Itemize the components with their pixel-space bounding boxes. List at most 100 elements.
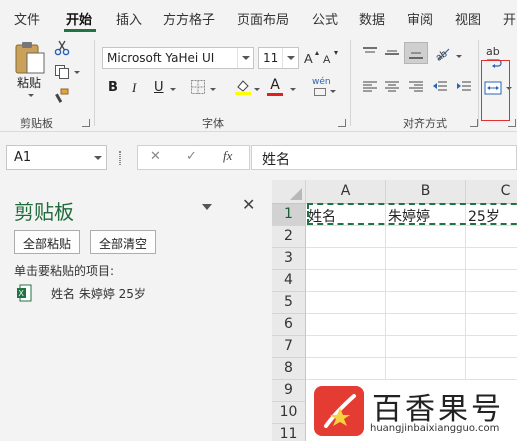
cell[interactable] xyxy=(386,226,466,248)
font-launcher-icon[interactable] xyxy=(338,119,346,127)
row-header-1[interactable]: 1 xyxy=(272,204,306,226)
cut-icon[interactable] xyxy=(54,40,70,56)
clipboard-item[interactable]: 姓名 朱婷婷 25岁 xyxy=(51,285,146,302)
cell[interactable] xyxy=(466,358,517,380)
orientation-dropdown-icon[interactable] xyxy=(456,55,462,58)
paste-icon[interactable] xyxy=(13,40,47,76)
active-tab-underline xyxy=(64,29,96,32)
row-header-7[interactable]: 7 xyxy=(272,336,306,358)
align-right-icon[interactable] xyxy=(408,80,424,94)
divider xyxy=(350,40,351,126)
cell[interactable] xyxy=(466,292,517,314)
bottom-align-button[interactable] xyxy=(404,42,428,64)
pane-hint: 单击要粘贴的项目: xyxy=(14,264,115,278)
decrease-indent-icon[interactable] xyxy=(432,80,448,94)
increase-font-size-icon[interactable]: A xyxy=(304,50,320,64)
row-header-4[interactable]: 4 xyxy=(272,270,306,292)
insert-function-button[interactable]: fx xyxy=(223,148,232,164)
phonetic-dropdown-icon[interactable] xyxy=(330,90,336,93)
select-all-icon xyxy=(290,188,302,200)
borders-icon[interactable] xyxy=(190,79,206,95)
row-header-6[interactable]: 6 xyxy=(272,314,306,336)
top-align-icon[interactable] xyxy=(362,46,378,60)
italic-button[interactable]: I xyxy=(132,80,136,96)
column-header-c[interactable]: C xyxy=(466,180,517,204)
align-left-icon[interactable] xyxy=(362,80,378,94)
alignment-launcher-icon[interactable] xyxy=(470,119,478,127)
tab-file[interactable]: 文件 xyxy=(14,9,40,28)
cell[interactable] xyxy=(386,270,466,292)
tab-ffgz[interactable]: 方方格子 xyxy=(163,9,215,28)
tab-home[interactable]: 开始 xyxy=(66,9,92,28)
font-color-dropdown-icon[interactable] xyxy=(290,88,296,91)
cell[interactable] xyxy=(386,314,466,336)
cell[interactable] xyxy=(306,248,386,270)
tab-more[interactable]: 开 xyxy=(503,9,516,28)
cell[interactable] xyxy=(306,226,386,248)
increase-indent-icon[interactable] xyxy=(456,80,472,94)
tab-review[interactable]: 审阅 xyxy=(407,9,433,28)
row-header-10[interactable]: 10 xyxy=(272,402,306,424)
row-header-9[interactable]: 9 xyxy=(272,380,306,402)
align-center-icon[interactable] xyxy=(384,80,400,94)
bold-button[interactable]: B xyxy=(108,80,118,95)
cell[interactable] xyxy=(386,292,466,314)
font-color-button[interactable]: A xyxy=(268,77,282,93)
copy-dropdown-icon[interactable] xyxy=(74,71,80,74)
name-box[interactable]: A1 xyxy=(6,145,107,170)
fill-color-icon[interactable] xyxy=(234,78,252,96)
copy-icon[interactable] xyxy=(54,64,70,80)
cell[interactable] xyxy=(386,336,466,358)
borders-dropdown-icon[interactable] xyxy=(210,88,216,91)
watermark-title: 百香果号 xyxy=(372,392,504,427)
clipboard-launcher-icon[interactable] xyxy=(82,119,90,127)
underline-button[interactable]: U xyxy=(154,80,164,95)
row-header-11[interactable]: 11 xyxy=(272,424,306,441)
cell[interactable] xyxy=(466,270,517,292)
cancel-edit-icon[interactable]: ✕ xyxy=(150,149,161,164)
cell[interactable] xyxy=(466,248,517,270)
cell[interactable] xyxy=(306,314,386,336)
confirm-edit-icon[interactable]: ✓ xyxy=(186,149,197,164)
tab-page-layout[interactable]: 页面布局 xyxy=(237,9,289,28)
row-header-5[interactable]: 5 xyxy=(272,292,306,314)
fill-color-dropdown-icon[interactable] xyxy=(254,88,260,91)
select-all-corner[interactable] xyxy=(272,180,306,204)
column-header-a[interactable]: A xyxy=(306,180,386,204)
cell[interactable] xyxy=(466,314,517,336)
tab-data[interactable]: 数据 xyxy=(359,9,385,28)
cell[interactable] xyxy=(306,292,386,314)
row-header-8[interactable]: 8 xyxy=(272,358,306,380)
cell[interactable] xyxy=(386,248,466,270)
formula-input[interactable]: 姓名 xyxy=(251,145,517,170)
cell[interactable] xyxy=(306,336,386,358)
orientation-icon[interactable]: ab xyxy=(434,44,452,62)
font-size-select[interactable]: 11 xyxy=(258,47,299,69)
decrease-font-size-icon[interactable]: A xyxy=(323,50,339,64)
svg-text:A: A xyxy=(323,54,331,64)
cell[interactable] xyxy=(306,358,386,380)
row-header-3[interactable]: 3 xyxy=(272,248,306,270)
format-painter-icon[interactable] xyxy=(54,88,70,104)
middle-align-icon[interactable] xyxy=(384,46,400,60)
pane-options-icon[interactable] xyxy=(202,204,212,210)
clear-all-button[interactable]: 全部清空 xyxy=(90,230,157,254)
phonetic-guide-button[interactable]: wén xyxy=(312,77,331,87)
paste-dropdown-icon[interactable] xyxy=(28,94,34,97)
row-header-2[interactable]: 2 xyxy=(272,226,306,248)
tab-formulas[interactable]: 公式 xyxy=(312,9,338,28)
underline-dropdown-icon[interactable] xyxy=(170,88,176,91)
paste-label[interactable]: 粘贴 xyxy=(17,74,41,91)
cell[interactable] xyxy=(466,336,517,358)
font-name-select[interactable]: Microsoft YaHei UI xyxy=(102,47,254,69)
cell[interactable] xyxy=(386,358,466,380)
cell[interactable] xyxy=(306,270,386,292)
tab-insert[interactable]: 插入 xyxy=(116,9,142,28)
tab-view[interactable]: 视图 xyxy=(455,9,481,28)
paste-all-button[interactable]: 全部粘贴 xyxy=(14,230,81,254)
column-header-b[interactable]: B xyxy=(386,180,466,204)
formula-bar-grip[interactable] xyxy=(119,151,121,165)
close-icon[interactable]: ✕ xyxy=(242,195,255,214)
cell[interactable] xyxy=(466,226,517,248)
font-group-label: 字体 xyxy=(202,117,224,130)
